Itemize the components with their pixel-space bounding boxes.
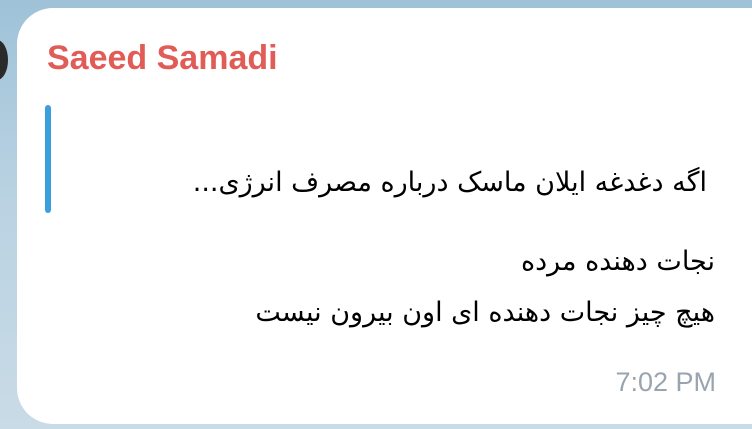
- sender-name[interactable]: Saeed Samadi: [47, 38, 278, 78]
- message-bubble[interactable]: Saeed Samadi اگه دغدغه ایلان ماسک درباره…: [17, 8, 752, 424]
- avatar[interactable]: [0, 40, 8, 80]
- reply-quote-text[interactable]: اگه دغدغه ایلان ماسک درباره مصرف انرژی..…: [67, 163, 707, 203]
- message-text-line-2: هیچ چیز نجات دهنده ای اون بیرون نیست: [255, 297, 715, 328]
- message-timestamp: 7:02 PM: [615, 367, 716, 397]
- message-text-line-1: نجات دهنده مرده: [520, 246, 715, 277]
- reply-quote-bar: [45, 105, 51, 213]
